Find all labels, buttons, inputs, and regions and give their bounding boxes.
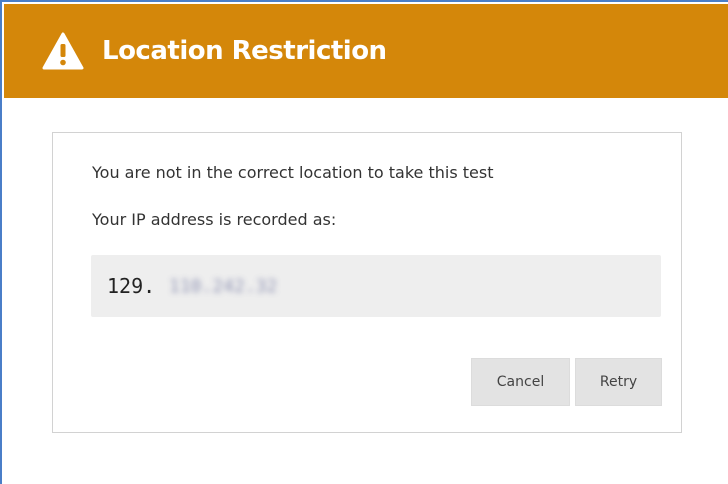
message-panel: You are not in the correct location to t…: [52, 132, 682, 433]
location-message: You are not in the correct location to t…: [92, 163, 494, 182]
ip-label: Your IP address is recorded as:: [92, 210, 337, 229]
warning-icon: [42, 32, 84, 70]
retry-button[interactable]: Retry: [575, 358, 662, 406]
dialog-header: Location Restriction: [4, 4, 728, 98]
ip-address-box: 129. 110.242.32: [91, 255, 661, 317]
ip-address-redacted: 110.242.32: [169, 276, 278, 297]
dialog-window: Location Restriction You are not in the …: [0, 0, 728, 484]
ip-address-prefix: 129.: [107, 274, 156, 298]
dialog-title: Location Restriction: [102, 36, 387, 66]
cancel-button[interactable]: Cancel: [471, 358, 570, 406]
